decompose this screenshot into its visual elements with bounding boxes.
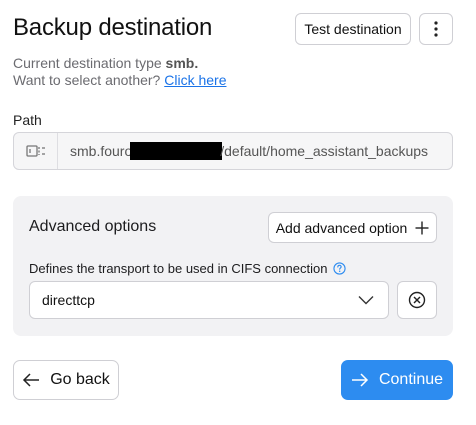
destination-info: Current destination type smb. Want to se… xyxy=(13,55,226,89)
go-back-button[interactable]: Go back xyxy=(13,360,119,400)
page-title: Backup destination xyxy=(13,14,213,41)
test-destination-button[interactable]: Test destination xyxy=(295,13,411,45)
arrow-left-icon xyxy=(23,373,40,387)
add-advanced-option-button[interactable]: Add advanced option xyxy=(268,212,437,243)
path-value-prefix: smb.fouro xyxy=(70,143,133,159)
transport-label: Defines the transport to be used in CIFS… xyxy=(29,261,347,276)
transport-select-value: directtcp xyxy=(42,292,95,308)
plus-icon xyxy=(415,221,429,234)
go-back-label: Go back xyxy=(50,371,110,388)
path-value-suffix: /default/home_assistant_backups xyxy=(220,143,429,159)
continue-label: Continue xyxy=(378,371,444,388)
click-here-link[interactable]: Click here xyxy=(164,72,226,88)
help-icon[interactable] xyxy=(333,262,347,275)
clear-option-button[interactable] xyxy=(397,281,437,319)
path-value: smb.fouro /default/home_assistant_backup… xyxy=(58,142,428,160)
add-advanced-option-label: Add advanced option xyxy=(275,219,408,236)
destination-type-value: smb. xyxy=(165,55,199,71)
advanced-options-title: Advanced options xyxy=(29,218,157,235)
arrow-right-icon xyxy=(351,373,369,387)
close-circle-icon xyxy=(408,291,426,309)
kebab-icon xyxy=(434,21,438,37)
path-icon xyxy=(14,133,58,169)
continue-button[interactable]: Continue xyxy=(341,360,453,400)
transport-label-text: Defines the transport to be used in CIFS… xyxy=(29,261,328,276)
path-label: Path xyxy=(13,112,42,128)
advanced-options-card: Advanced options Add advanced option Def… xyxy=(13,196,453,336)
destination-type-prefix: Current destination type xyxy=(13,55,162,71)
chevron-down-icon xyxy=(358,296,374,305)
path-field[interactable]: smb.fouro /default/home_assistant_backup… xyxy=(13,132,453,170)
select-another-prompt: Want to select another? xyxy=(13,72,161,88)
transport-select[interactable]: directtcp xyxy=(29,281,389,319)
redacted-block xyxy=(130,142,223,160)
more-options-button[interactable] xyxy=(419,13,453,45)
